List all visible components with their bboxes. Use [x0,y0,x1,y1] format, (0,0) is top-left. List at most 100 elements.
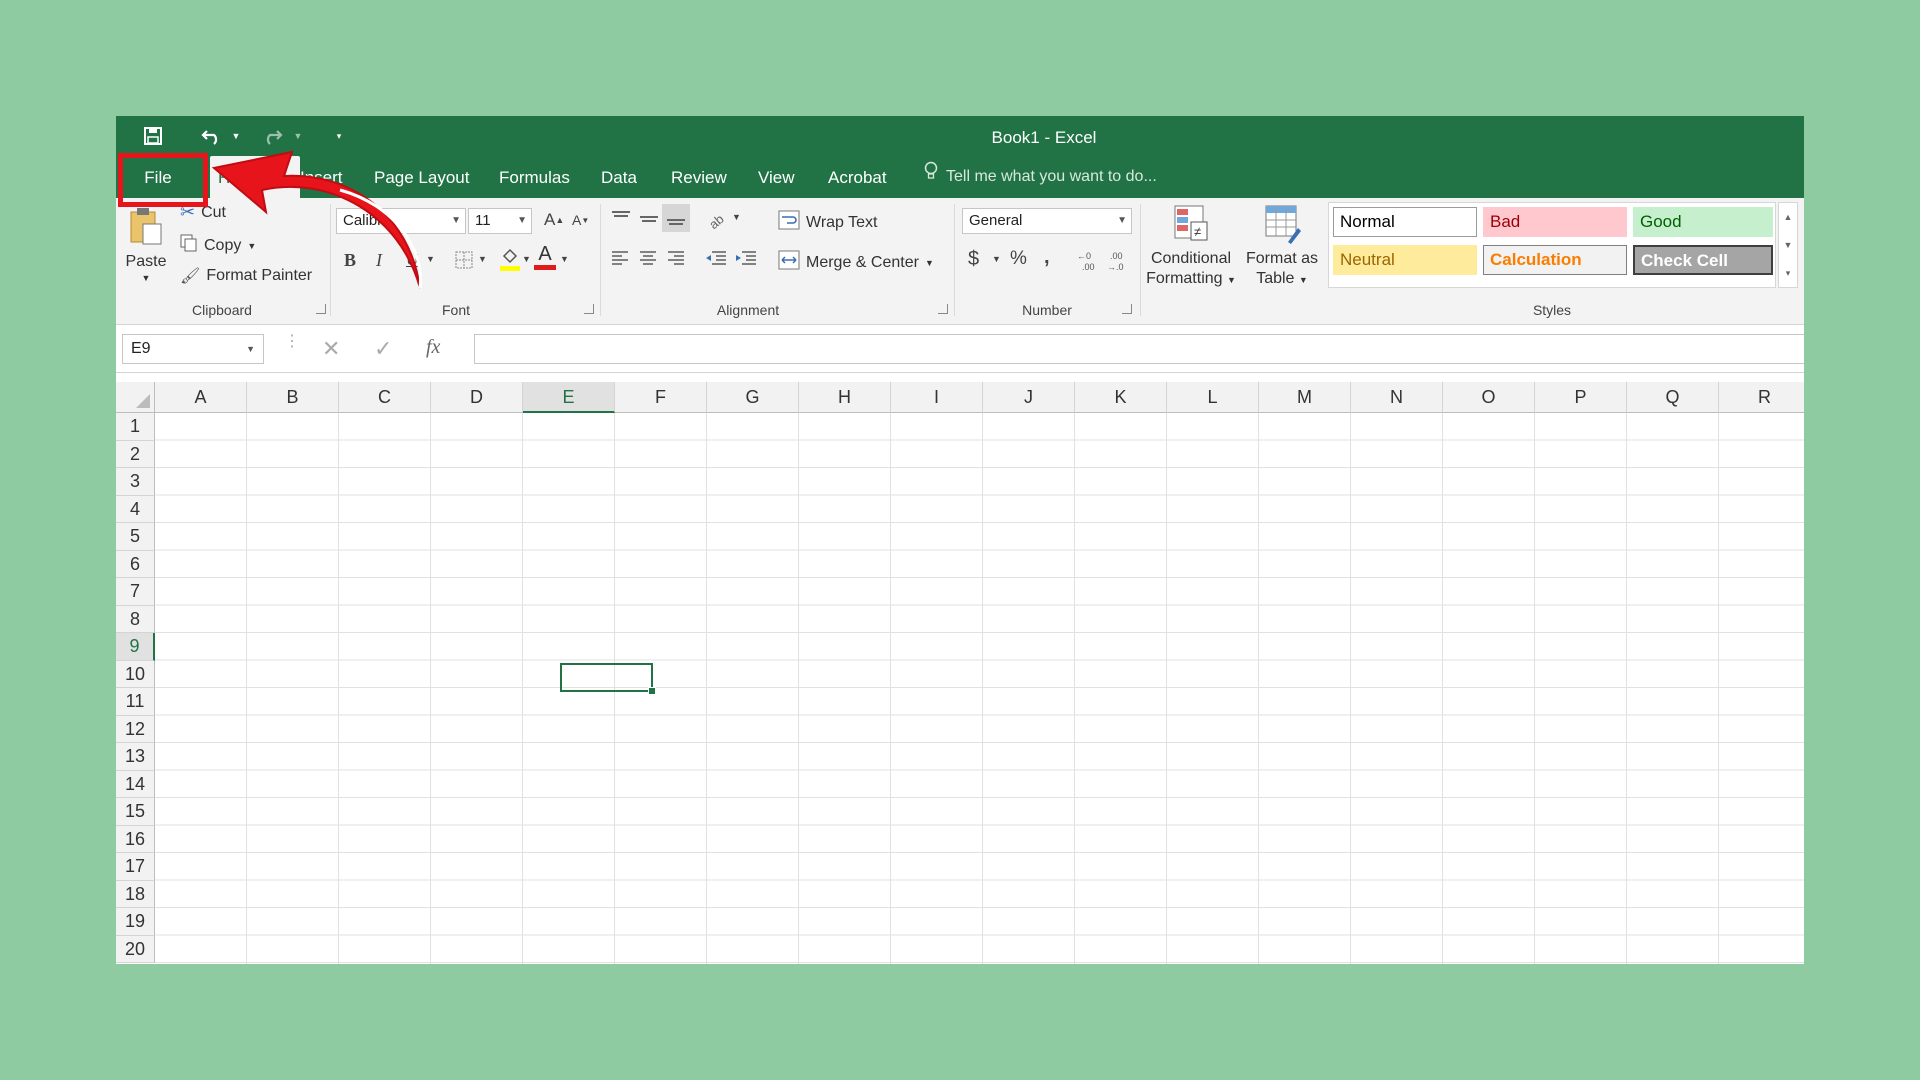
column-header-l[interactable]: L [1167,382,1259,413]
tell-me-search[interactable]: Tell me what you want to do... [924,156,1157,198]
active-cell[interactable] [560,663,656,695]
style-neutral[interactable]: Neutral [1333,245,1477,275]
currency-button[interactable]: $ [968,248,979,271]
orientation-dropdown-icon[interactable]: ▼ [732,212,741,222]
formula-input[interactable] [474,334,1804,364]
gallery-down-icon[interactable]: ▼ [1779,231,1797,259]
row-header-5[interactable]: 5 [116,523,155,551]
row-header-12[interactable]: 12 [116,715,155,743]
column-header-b[interactable]: B [247,382,339,413]
column-header-a[interactable]: A [155,382,247,413]
name-box[interactable]: E9 ▼ [122,334,264,364]
tab-insert[interactable]: Insert [298,156,345,198]
row-header-18[interactable]: 18 [116,880,155,908]
percent-button[interactable]: % [1010,248,1027,270]
insert-function-button[interactable]: fx [426,336,440,359]
conditional-formatting-button[interactable]: ≠ Conditional Formatting ▼ [1146,204,1236,288]
row-header-6[interactable]: 6 [116,550,155,578]
align-center-icon[interactable] [638,250,658,266]
column-header-i[interactable]: I [891,382,983,413]
orientation-icon[interactable]: ab [706,208,730,230]
merge-center-button[interactable]: Merge & Center ▼ [778,250,934,275]
column-header-c[interactable]: C [339,382,431,413]
row-header-4[interactable]: 4 [116,495,155,523]
paste-button[interactable]: Paste ▼ [126,206,166,283]
increase-font-icon[interactable]: A ▲ [544,210,564,230]
row-header-3[interactable]: 3 [116,468,155,496]
decrease-decimal-icon[interactable]: .00 →.0 [1106,250,1130,272]
column-header-r[interactable]: R [1719,382,1804,413]
row-header-17[interactable]: 17 [116,853,155,881]
tab-acrobat[interactable]: Acrobat [826,156,889,198]
style-calculation[interactable]: Calculation [1483,245,1627,275]
clipboard-launcher-icon[interactable] [316,304,326,314]
tab-data[interactable]: Data [599,156,639,198]
column-header-o[interactable]: O [1443,382,1535,413]
column-header-d[interactable]: D [431,382,523,413]
more-options-icon[interactable]: ⋮ [284,334,300,350]
font-name-combo[interactable]: Calibri ▼ [336,208,466,234]
align-middle-icon[interactable] [638,210,660,228]
align-right-icon[interactable] [666,250,686,266]
cell-area[interactable] [155,413,1804,964]
row-header-9[interactable]: 9 [116,633,155,661]
alignment-launcher-icon[interactable] [938,304,948,314]
row-header-7[interactable]: 7 [116,578,155,606]
font-size-combo[interactable]: 11 ▼ [468,208,532,234]
font-launcher-icon[interactable] [584,304,594,314]
row-header-16[interactable]: 16 [116,825,155,853]
column-header-k[interactable]: K [1075,382,1167,413]
gallery-more-icon[interactable]: ▾ [1779,259,1797,287]
column-header-h[interactable]: H [799,382,891,413]
cancel-icon[interactable]: ✕ [322,336,340,362]
copy-button[interactable]: Copy ▼ [180,234,256,257]
row-header-14[interactable]: 14 [116,770,155,798]
row-header-19[interactable]: 19 [116,908,155,936]
column-header-m[interactable]: M [1259,382,1351,413]
column-header-f[interactable]: F [615,382,707,413]
wrap-text-button[interactable]: Wrap Text [778,210,877,235]
tab-review[interactable]: Review [669,156,729,198]
tab-view[interactable]: View [756,156,797,198]
row-header-1[interactable]: 1 [116,413,155,441]
style-check-cell[interactable]: Check Cell [1633,245,1773,275]
underline-button[interactable]: U [406,250,418,270]
borders-icon[interactable] [454,250,474,270]
column-header-n[interactable]: N [1351,382,1443,413]
enter-icon[interactable]: ✓ [374,336,392,362]
increase-decimal-icon[interactable]: ←0.00 [1076,250,1100,272]
row-header-13[interactable]: 13 [116,743,155,771]
column-header-j[interactable]: J [983,382,1075,413]
style-good[interactable]: Good [1633,207,1773,237]
font-color-dropdown-icon[interactable]: ▼ [560,254,569,264]
gallery-scroll[interactable]: ▲ ▼ ▾ [1778,202,1798,288]
row-header-11[interactable]: 11 [116,688,155,716]
column-header-q[interactable]: Q [1627,382,1719,413]
align-left-icon[interactable] [610,250,630,266]
number-format-combo[interactable]: General ▼ [962,208,1132,234]
bold-button[interactable]: B [344,250,356,271]
tab-home[interactable]: Home [210,156,300,198]
select-all-button[interactable] [116,382,155,413]
currency-dropdown-icon[interactable]: ▼ [992,254,1001,264]
chevron-down-icon[interactable]: ▼ [246,335,255,363]
gallery-up-icon[interactable]: ▲ [1779,203,1797,231]
column-header-e[interactable]: E [523,382,615,413]
decrease-font-icon[interactable]: A ▼ [572,212,589,228]
tab-page-layout[interactable]: Page Layout [372,156,471,198]
style-normal[interactable]: Normal [1333,207,1477,237]
comma-button[interactable]: , [1044,246,1050,269]
row-header-10[interactable]: 10 [116,660,155,688]
style-bad[interactable]: Bad [1483,207,1627,237]
borders-dropdown-icon[interactable]: ▼ [478,254,487,264]
decrease-indent-icon[interactable] [704,250,728,266]
row-header-15[interactable]: 15 [116,798,155,826]
align-bottom-icon[interactable] [662,204,690,232]
increase-indent-icon[interactable] [734,250,758,266]
row-header-20[interactable]: 20 [116,935,155,963]
font-color-icon[interactable]: A [534,244,556,270]
format-as-table-button[interactable]: Format as Table ▼ [1244,204,1320,288]
fill-color-icon[interactable] [500,246,520,272]
format-painter-button[interactable]: 🖌 Format Painter [180,266,312,286]
row-header-8[interactable]: 8 [116,605,155,633]
